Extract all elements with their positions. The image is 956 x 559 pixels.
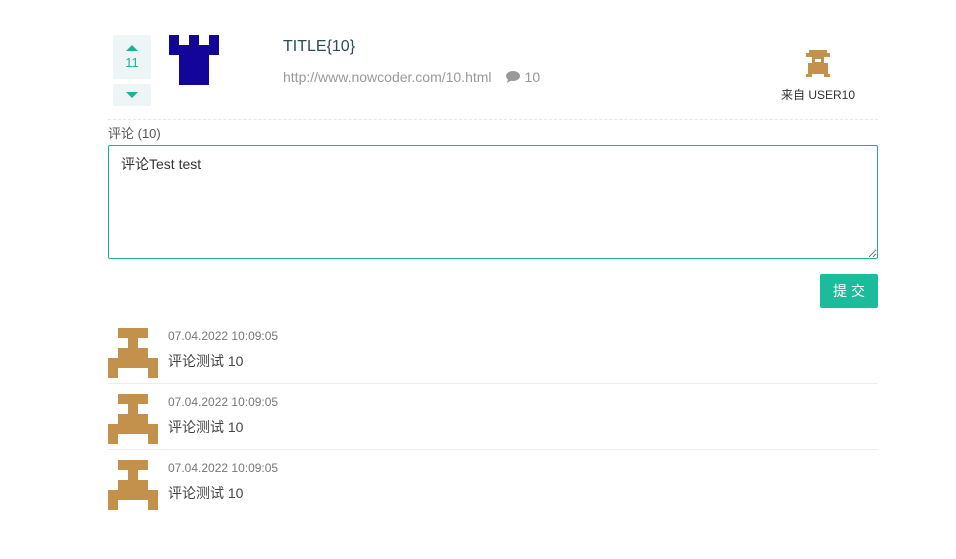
comment-list: 07.04.2022 10:09:05 评论测试 10 07.04.2022 1… [108,318,878,516]
vote-count: 11 [125,55,139,70]
avatar[interactable] [108,394,158,444]
avatar[interactable] [108,460,158,510]
comment-item: 07.04.2022 10:09:05 评论测试 10 [108,450,878,516]
comment-time: 07.04.2022 10:09:05 [168,329,279,343]
vote-box: 11 [113,35,151,106]
comment-time: 07.04.2022 10:09:05 [168,461,279,475]
comment-count: 10 [524,69,541,85]
comment-icon [505,71,520,83]
news-image[interactable] [169,35,219,85]
user-avatar[interactable] [803,48,833,78]
downvote-button[interactable] [113,84,151,106]
news-detail-page: 11 TITLE{10} http://www.nowcoder.com/10.… [0,0,956,559]
comment-time: 07.04.2022 10:09:05 [168,395,279,409]
avatar[interactable] [108,328,158,378]
comment-item: 07.04.2022 10:09:05 评论测试 10 [108,384,878,450]
comment-text: 评论测试 10 [168,419,244,435]
arrow-down-icon [126,92,138,98]
comment-text: 评论测试 10 [168,485,244,501]
upvote-button[interactable]: 11 [113,35,151,79]
news-link[interactable]: http://www.nowcoder.com/10.html [283,69,492,85]
comments-header: 评论 (10) [108,126,161,141]
arrow-up-icon [126,45,138,51]
author-label[interactable]: 来自 USER10 [770,86,866,103]
news-author: 来自 USER10 [770,48,866,103]
comment-text: 评论测试 10 [168,353,244,369]
divider [108,119,878,120]
comment-item: 07.04.2022 10:09:05 评论测试 10 [108,318,878,384]
news-title[interactable]: TITLE{10} [283,38,355,56]
comment-input[interactable] [108,145,878,259]
news-meta: http://www.nowcoder.com/10.html 10 [283,69,540,85]
submit-button[interactable]: 提交 [820,274,878,308]
